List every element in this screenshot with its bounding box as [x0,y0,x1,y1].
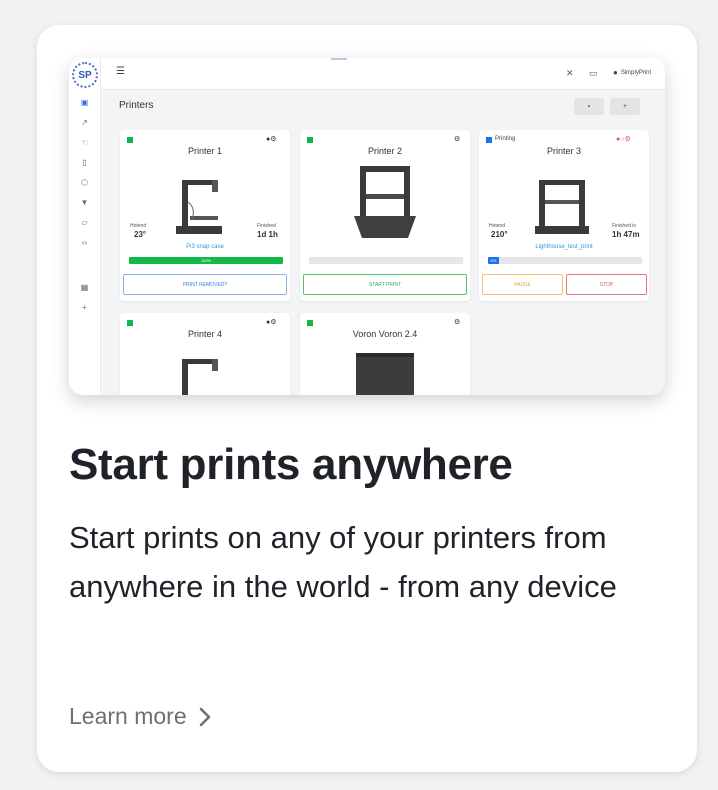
printer-name: Printer 1 [187,146,222,156]
hotend-value: 210° [491,230,508,239]
printer-settings-icon: ⚙ [454,319,461,326]
printer-options-icon: ●⚙ [266,319,277,326]
status-indicator [127,137,133,143]
simplyprint-logo: SP [72,62,98,88]
learn-more-label: Learn more [69,703,187,729]
app-screenshot: ☰ ✕ ▭ ● SimplyPrint SP ▣ ↗ ☜ ▯ ⬡ ▼ ▱ ‹› … [69,58,665,395]
printer-settings-icon: ⚙ [454,136,461,143]
hotend-value: 23° [134,230,147,239]
printer-card: Printer 2 ⚙ START PRINT [300,130,470,301]
learn-more-link[interactable]: Learn more [69,703,211,730]
add-icon: + [82,303,87,312]
printer-illustration [182,359,218,395]
status-indicator [307,320,313,326]
printer-name: Printer 3 [546,146,581,156]
printers-icon: ▣ [80,98,89,107]
tools-icon: ✕ [566,68,574,78]
status-indicator [307,137,313,143]
hotend-label: Hotend [130,223,147,229]
printer-name: Printer 2 [367,146,402,156]
progress-fill: 100% [129,257,283,264]
file-name: Pi3 snap case [186,244,224,250]
hotend-label: Hotend [489,223,506,229]
user-name: SimplyPrint [620,69,652,76]
app-sidebar: SP ▣ ↗ ☜ ▯ ⬡ ▼ ▱ ‹› ▦ + [69,58,101,395]
printer-options-icon: ●⚙ [266,136,277,143]
stats-icon: ↗ [81,118,88,127]
card-description: Start prints on any of your printers fro… [69,520,617,604]
time-label: Finished [257,223,276,229]
filament-icon: ▼ [80,198,89,207]
cube-icon: ⬡ [81,178,88,187]
progress-fill: 5% [488,257,499,264]
list-view-button: ▪ [574,98,604,115]
printer-card: Printer 4 ●⚙ [120,313,290,395]
app-topbar: ☰ ✕ ▭ ● SimplyPrint [69,58,665,90]
pause-button: PAUSE [482,274,563,295]
progress-bar: 100% [129,257,283,264]
printer-name: Voron Voron 2.4 [352,329,418,339]
card-heading: Start prints anywhere [69,440,513,489]
printer-card: Voron Voron 2.4 ⚙ [300,313,470,395]
hamburger-menu-icon: ☰ [116,66,125,77]
code-icon: ‹› [81,238,88,247]
print-removed-button: PRINT REMOVED? [123,274,287,295]
printer-illustration [356,353,414,395]
printer-options-icon: ●○⚙ [616,136,631,143]
start-print-button: START PRINT [303,274,467,295]
feature-card: ☰ ✕ ▭ ● SimplyPrint SP ▣ ↗ ☜ ▯ ⬡ ▼ ▱ ‹› … [37,25,697,772]
time-value: 1d 1h [257,230,278,239]
time-label: Finished in [612,223,637,229]
progress-bar [309,257,463,264]
status-indicator [127,320,133,326]
file-name: Lighthouse_test_print [535,244,593,250]
add-printer-button: + [610,98,640,115]
hand-icon: ☜ [80,138,89,147]
printer-name: Printer 4 [187,329,222,339]
status-indicator [486,137,492,143]
printer-card: Printing Printer 3 ●○⚙ Hotend 210° Finis… [479,130,649,301]
progress-bar: 5% [488,257,642,264]
printer-illustration [354,166,416,238]
user-menu: ● SimplyPrint [613,68,651,77]
stop-button: STOP [566,274,647,295]
user-icon: ● [613,68,618,77]
chevron-right-icon [199,707,210,726]
printer-card: Printer 1 ●⚙ Hotend 23° Finished 1d 1h P… [120,130,290,301]
message-icon: ▭ [589,68,598,78]
time-value: 1h 47m [612,230,640,239]
folder-icon: ▱ [81,218,88,227]
page-title: Printers [119,100,154,111]
tab-indicator [331,58,347,60]
printer-status: Printing [495,136,516,142]
print-queue-icon: ▦ [80,283,89,292]
file-icon: ▯ [82,158,87,167]
printer-illustration [176,180,222,234]
printer-illustration [535,180,589,234]
